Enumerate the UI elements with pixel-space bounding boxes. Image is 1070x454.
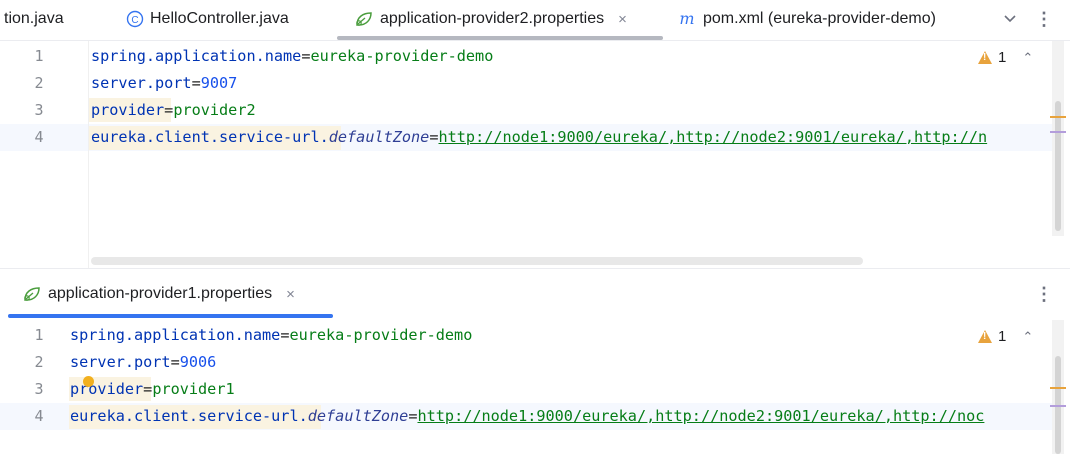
tab-pom-xml[interactable]: m pom.xml (eureka-provider-demo) — [677, 0, 936, 38]
property-key-italic: defaultZone — [307, 407, 409, 425]
inspection-widget[interactable]: 1 ⌃ ⌄ — [978, 328, 1060, 345]
code-line-3[interactable]: provider=provider2 — [91, 101, 256, 119]
property-value: 9006 — [179, 353, 217, 371]
change-stripe-marker[interactable] — [1050, 131, 1066, 133]
close-icon[interactable]: × — [618, 11, 627, 28]
code-line-3[interactable]: provider=provider1 — [70, 380, 235, 398]
spring-leaf-icon — [24, 287, 40, 301]
property-value-url: http://node1:9000/eureka/,http://node2:9… — [438, 128, 988, 146]
tab-java-file[interactable]: tion.java — [4, 0, 64, 38]
horizontal-scrollbar[interactable] — [91, 257, 863, 265]
property-key: provider — [70, 380, 144, 398]
equals-sign: = — [408, 407, 418, 425]
maven-m-icon: m — [679, 10, 694, 28]
code-line-1[interactable]: spring.application.name=eureka-provider-… — [70, 326, 472, 344]
warning-count: 1 — [998, 328, 1007, 345]
change-stripe-marker[interactable] — [1050, 405, 1066, 407]
property-value-url: http://node1:9000/eureka/,http://node2:9… — [417, 407, 985, 425]
warning-icon — [978, 330, 992, 343]
property-value: eureka-provider-demo — [310, 47, 494, 65]
code-line-4[interactable]: eureka.client.service-url.defaultZone=ht… — [70, 407, 984, 425]
tab-label: HelloController.java — [150, 10, 289, 27]
property-value: eureka-provider-demo — [289, 326, 473, 344]
property-key-italic: defaultZone — [328, 128, 430, 146]
property-value: 9007 — [200, 74, 238, 92]
left-gutter-edge — [0, 41, 10, 268]
tab-label: application-provider2.properties — [380, 10, 605, 27]
warning-stripe-marker[interactable] — [1050, 116, 1066, 118]
tab-label: pom.xml (eureka-provider-demo) — [703, 10, 936, 27]
bottom-editor-tab-bar: application-provider1.properties × ⋮ — [0, 268, 1070, 319]
line-number: 3 — [34, 101, 44, 119]
tab-application-provider2[interactable]: application-provider2.properties × — [354, 0, 627, 38]
tab-label: tion.java — [4, 10, 64, 27]
scrollbar-thumb[interactable] — [1055, 101, 1061, 231]
tab-application-provider1[interactable]: application-provider1.properties × — [22, 275, 295, 313]
bottom-editor-pane[interactable]: 1 2 3 4 spring.application.name=eureka-p… — [0, 320, 1070, 454]
class-c-icon: C — [126, 10, 144, 28]
line-number: 1 — [34, 326, 44, 344]
code-line-1[interactable]: spring.application.name=eureka-provider-… — [91, 47, 493, 65]
property-value: provider2 — [173, 101, 256, 119]
line-number: 2 — [34, 353, 44, 371]
line-number: 3 — [34, 380, 44, 398]
warning-icon — [978, 51, 992, 64]
more-options-icon[interactable]: ⋮ — [1033, 8, 1055, 30]
property-key: server.port — [91, 74, 192, 92]
tabs-dropdown-chevron-icon[interactable] — [999, 8, 1021, 30]
more-options-icon[interactable]: ⋮ — [1033, 283, 1055, 305]
line-number: 1 — [34, 47, 44, 65]
property-value: provider1 — [152, 380, 235, 398]
line-number: 4 — [34, 407, 44, 425]
equals-sign: = — [143, 380, 153, 398]
editor-tab-bar: tion.java C HelloController.java applica… — [0, 0, 1070, 41]
property-key: eureka.client.service-url. — [91, 128, 329, 146]
tab-label: application-provider1.properties — [48, 285, 273, 302]
previous-highlight-icon[interactable]: ⌃ — [1022, 50, 1033, 66]
top-editor-pane[interactable]: 1 2 3 4 spring.application.name=eureka-p… — [0, 41, 1070, 268]
property-key: spring.application.name — [70, 326, 281, 344]
code-line-2[interactable]: server.port=9006 — [70, 353, 216, 371]
gutter-divider — [88, 41, 89, 268]
previous-highlight-icon[interactable]: ⌃ — [1022, 329, 1033, 345]
equals-sign: = — [191, 74, 201, 92]
warning-count: 1 — [998, 49, 1007, 66]
close-icon[interactable]: × — [286, 286, 295, 303]
equals-sign: = — [429, 128, 439, 146]
line-number: 2 — [34, 74, 44, 92]
tab-hellocontroller[interactable]: C HelloController.java — [126, 0, 289, 38]
warning-stripe-marker[interactable] — [1050, 387, 1066, 389]
equals-sign: = — [164, 101, 174, 119]
spring-leaf-icon — [356, 12, 372, 26]
inspection-widget[interactable]: 1 ⌃ ⌄ — [978, 49, 1060, 66]
svg-text:C: C — [131, 15, 138, 26]
line-number: 4 — [34, 128, 44, 146]
active-tab-indicator — [337, 36, 663, 40]
code-line-4[interactable]: eureka.client.service-url.defaultZone=ht… — [91, 128, 987, 146]
property-key: eureka.client.service-url. — [70, 407, 308, 425]
vertical-scrollbar[interactable] — [1052, 41, 1064, 236]
intention-bulb-icon[interactable] — [83, 376, 94, 387]
code-line-2[interactable]: server.port=9007 — [91, 74, 237, 92]
svg-text:m: m — [679, 10, 694, 28]
property-key: provider — [91, 101, 165, 119]
equals-sign: = — [170, 353, 180, 371]
property-key: spring.application.name — [91, 47, 302, 65]
active-tab-indicator — [8, 314, 333, 318]
property-key: server.port — [70, 353, 171, 371]
